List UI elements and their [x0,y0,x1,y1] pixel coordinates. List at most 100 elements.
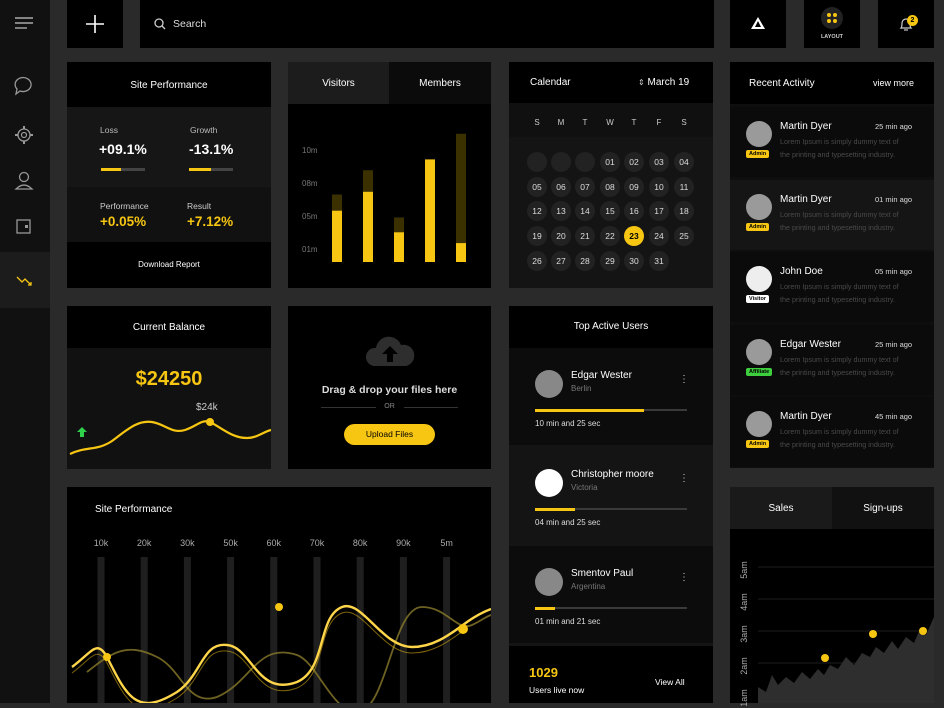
activity-text: the printing and typesetting industry. [780,367,895,377]
calendar-day[interactable]: 23 [624,226,644,247]
calendar-day[interactable]: 22 [600,226,620,247]
calendar-day[interactable]: 11 [674,176,694,197]
menu-icon [15,17,33,29]
calendar-day[interactable]: 29 [600,250,620,271]
activity-name: John Doe [780,266,823,277]
calendar-day[interactable]: 31 [649,250,669,271]
recent-activity-title: Recent Activity [749,78,815,89]
performance-value: +0.05% [100,214,147,229]
calendar-day[interactable]: 27 [551,250,571,271]
user-location: Victoria [571,483,598,492]
calendar-day[interactable]: 03 [649,152,669,172]
sidebar-item-user[interactable] [0,166,50,196]
calendar-day[interactable]: 06 [551,176,571,197]
activity-item[interactable]: Martin Dyer 45 min ago Admin Lorem Ipsum is… [730,397,934,467]
user-progress-fill [535,606,555,610]
sidebar-item-chat[interactable] [0,72,50,102]
calendar-day[interactable]: 28 [575,250,595,271]
activity-text: the printing and typesetting industry. [780,440,895,449]
wallet-icon [16,219,31,234]
yaxis-label: 2am [739,657,749,675]
user-location: Berlin [571,384,592,393]
yaxis-label: 4am [739,593,749,611]
calendar-day-empty [551,152,571,172]
tab-members-label: Members [419,78,461,89]
calendar-day[interactable]: 01 [600,152,620,172]
download-report-link[interactable]: Download Report [67,260,271,269]
more-vert-icon[interactable]: ⋮ [679,473,689,484]
calendar-day[interactable]: 15 [600,201,620,222]
calendar-day[interactable]: 10 [649,176,669,197]
calendar-day[interactable]: 20 [551,226,571,247]
calendar-day[interactable]: 26 [527,250,547,271]
chat-icon [14,76,32,96]
role-badge: Admin [746,440,770,448]
notification-button[interactable]: 2 [878,0,934,48]
balance-line-chart [69,418,271,455]
activity-item[interactable]: Martin Dyer 25 min ago Admin Lorem Ipsum is… [730,107,934,177]
sidebar-item-settings[interactable] [0,120,50,150]
more-vert-icon[interactable]: ⋮ [679,374,689,385]
calendar-day[interactable]: 02 [624,152,644,172]
activity-time: 01 min ago [875,194,913,204]
site-performance-title: Site Performance [130,80,208,91]
search-input[interactable]: Search [173,18,206,30]
activity-item[interactable]: Martin Dyer 01 min ago Admin Lorem Ipsum is… [730,179,934,250]
calendar-day[interactable]: 13 [551,201,571,222]
sidebar [0,0,50,703]
drive-button[interactable] [730,0,786,48]
calendar-day[interactable]: 24 [649,226,669,247]
calendar-day[interactable]: 07 [575,176,595,197]
user-card[interactable]: Smentov Paul Argentina ⋮ 01 min and 21 sec [509,546,713,643]
view-more-link[interactable]: view more [873,78,914,88]
trend-down-icon [16,276,32,286]
cloud-upload-icon [365,336,415,366]
calendar-day[interactable]: 04 [674,152,694,172]
calendar-day[interactable]: 25 [674,226,694,247]
avatar [746,121,772,147]
calendar-day[interactable]: 18 [674,201,694,222]
visitors-ylabel-3: 01m [302,245,318,254]
calendar-day[interactable]: 16 [624,201,644,222]
calendar-day[interactable]: 09 [624,176,644,197]
upload-files-button[interactable]: Upload Files [344,424,435,445]
dow-wed: W [606,118,614,127]
visitors-bar-chart [332,133,466,262]
sidebar-item-wallet[interactable] [0,212,50,242]
result-value: +7.12% [187,214,234,229]
upload-card[interactable]: Drag & drop your files here OR Upload Fi… [288,306,491,469]
dow-tue: T [582,118,588,127]
activity-item[interactable]: Edgar Wester 25 min ago Affiliate Lorem Ips… [730,324,934,395]
users-live-label: Users live now [529,685,585,695]
calendar-day[interactable]: 17 [649,201,669,222]
user-card[interactable]: Christopher moore Victoria ⋮ 04 min and 25 … [509,447,713,544]
sidebar-item-trend[interactable] [0,252,50,308]
calendar-day[interactable]: 05 [527,176,547,197]
yaxis-label: 3am [739,625,749,643]
calendar-month-selector[interactable]: ⇕ March 19 [638,77,689,88]
view-all-link[interactable]: View All [655,677,685,687]
layout-button[interactable]: LAYOUT [804,0,860,48]
up-down-arrow-icon: ⇕ [638,78,645,87]
more-vert-icon[interactable]: ⋮ [679,572,689,583]
search-bar[interactable]: Search [140,0,714,48]
calendar-day[interactable]: 12 [527,201,547,222]
calendar-day[interactable]: 21 [575,226,595,247]
calendar-day[interactable]: 19 [527,226,547,247]
user-card[interactable]: Edgar Wester Berlin ⋮ 10 min and 25 sec [509,348,713,445]
calendar-day[interactable]: 08 [600,176,620,197]
user-name: Christopher moore [571,469,654,480]
user-time: 01 min and 21 sec [535,617,601,626]
calendar-day[interactable]: 30 [624,250,644,271]
add-button[interactable] [67,0,123,48]
loss-label: Loss [100,125,118,135]
calendar-day[interactable]: 14 [575,201,595,222]
activity-item[interactable]: John Doe 05 min ago Visitor Lorem Ipsum is … [730,252,934,322]
current-balance-title: Current Balance [132,322,206,333]
calendar-month: March [647,77,676,88]
user-time: 04 min and 25 sec [535,518,601,527]
activity-name: Martin Dyer [780,411,832,422]
plus-icon [86,15,104,33]
menu-button[interactable] [0,0,50,48]
sales-area-chart [758,566,934,703]
